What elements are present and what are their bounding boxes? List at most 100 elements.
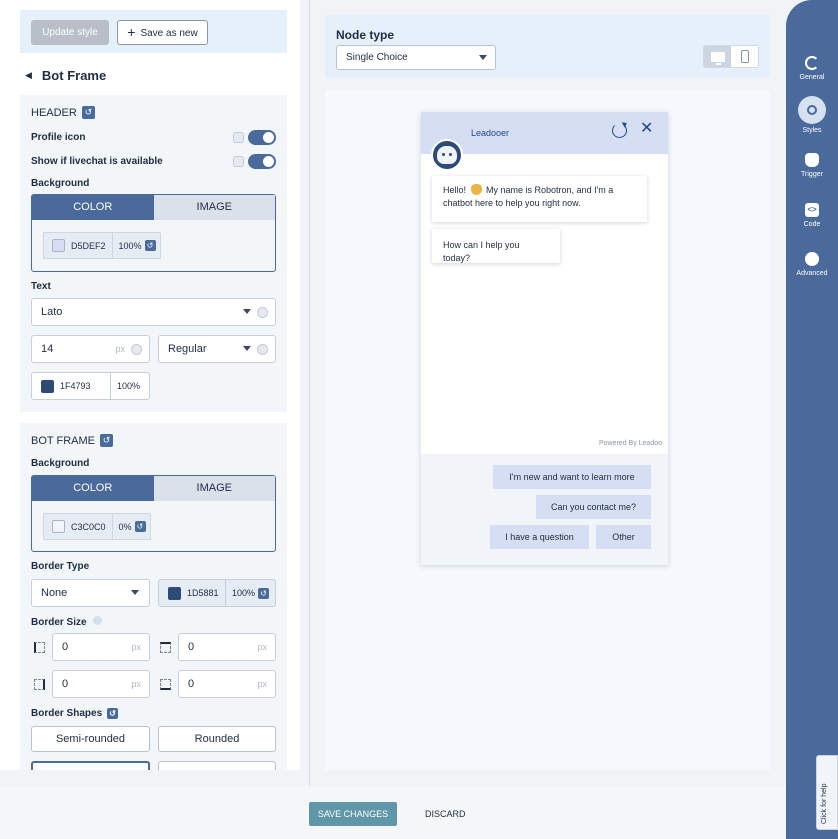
update-style-button[interactable]: Update style bbox=[31, 20, 109, 45]
font-family-select[interactable]: Lato bbox=[31, 298, 276, 326]
chevron-down-icon bbox=[479, 55, 487, 60]
border-size-text: Border Size bbox=[31, 617, 87, 628]
border-color-hex[interactable]: 1D5881 bbox=[187, 588, 219, 598]
border-right-icon bbox=[34, 679, 45, 690]
color-swatch[interactable] bbox=[41, 379, 54, 393]
advanced-icon bbox=[805, 252, 819, 266]
tab-image[interactable]: IMAGE bbox=[153, 476, 275, 501]
choice-button[interactable]: Other bbox=[596, 525, 651, 549]
style-editor-panel: Update style + Save as new ◀ Bot Frame HE… bbox=[0, 0, 300, 770]
reset-icon[interactable]: ↺ bbox=[134, 521, 146, 532]
border-color-picker[interactable]: 1D5881 100% ↺ bbox=[158, 579, 276, 607]
desktop-icon bbox=[710, 51, 725, 65]
border-right-input[interactable]: 0 px bbox=[52, 670, 150, 698]
text-color-hex[interactable]: 1F4793 bbox=[60, 381, 91, 391]
reset-icon[interactable]: ↺ bbox=[107, 708, 119, 719]
shape-semi-rounded-button[interactable]: Semi-rounded bbox=[31, 726, 150, 752]
mobile-icon bbox=[740, 50, 749, 63]
shape-custom-button[interactable] bbox=[158, 761, 276, 770]
text-color-opacity[interactable]: 100% bbox=[117, 381, 140, 391]
color-swatch[interactable] bbox=[52, 239, 65, 252]
close-icon[interactable]: ✕ bbox=[640, 121, 653, 137]
text-color-picker[interactable]: 1F4793 100% bbox=[31, 372, 150, 400]
style-toolbar: Update style + Save as new bbox=[20, 10, 287, 53]
save-as-new-label: Save as new bbox=[140, 28, 198, 39]
shape-rounded-button[interactable]: Rounded bbox=[158, 726, 276, 752]
nav-code[interactable]: <> Code bbox=[786, 203, 838, 228]
botframe-section: BOT FRAME ↺ Background COLOR IMAGE C3C0C… bbox=[20, 423, 287, 770]
hand-pointer-icon bbox=[805, 153, 819, 167]
panel-title: Bot Frame bbox=[41, 67, 107, 83]
tab-color[interactable]: COLOR bbox=[32, 195, 154, 220]
livechat-toggle[interactable] bbox=[248, 153, 276, 169]
border-top-value: 0 bbox=[188, 641, 195, 653]
reset-icon[interactable]: ↺ bbox=[258, 587, 270, 599]
border-top-input[interactable]: 0 px bbox=[178, 633, 276, 661]
tab-image[interactable]: IMAGE bbox=[153, 195, 275, 220]
color-swatch[interactable] bbox=[52, 520, 65, 533]
font-weight-select[interactable]: Regular bbox=[158, 335, 276, 363]
header-background-box: COLOR IMAGE D5DEF2 100% ↺ bbox=[31, 194, 276, 272]
livechat-row: Show if livechat is available bbox=[31, 153, 276, 169]
node-type-select[interactable]: Single Choice bbox=[336, 45, 496, 70]
info-icon bbox=[131, 344, 142, 355]
panel-divider bbox=[309, 0, 310, 786]
nav-trigger[interactable]: Trigger bbox=[786, 153, 838, 178]
text-label: Text bbox=[31, 281, 51, 292]
save-changes-button[interactable]: SAVE CHANGES bbox=[309, 802, 397, 826]
reset-icon[interactable]: ↺ bbox=[81, 106, 95, 119]
code-icon: <> bbox=[805, 203, 819, 217]
border-bottom-input[interactable]: 0 px bbox=[178, 670, 276, 698]
right-nav-rail: General Styles Trigger <> Code Advanced bbox=[786, 0, 838, 839]
nav-trigger-label: Trigger bbox=[801, 171, 823, 178]
border-left-icon bbox=[34, 642, 45, 653]
nav-advanced[interactable]: Advanced bbox=[786, 252, 838, 277]
botframe-bg-color-picker[interactable]: C3C0C0 0% ↺ bbox=[43, 513, 151, 540]
botframe-bg-hex[interactable]: C3C0C0 bbox=[71, 522, 106, 532]
shape-square-button[interactable] bbox=[31, 761, 150, 770]
botframe-bg-opacity[interactable]: 0% bbox=[119, 522, 132, 532]
border-left-input[interactable]: 0 px bbox=[52, 633, 150, 661]
desktop-view-button[interactable] bbox=[704, 46, 731, 67]
border-type-select[interactable]: None bbox=[31, 579, 150, 607]
nav-general[interactable]: General bbox=[786, 56, 838, 81]
mobile-view-button[interactable] bbox=[731, 46, 758, 67]
choice-button[interactable]: Can you contact me? bbox=[536, 495, 651, 519]
plus-icon: + bbox=[127, 24, 136, 40]
nav-general-label: General bbox=[799, 74, 825, 81]
choice-button[interactable]: I have a question bbox=[490, 525, 589, 549]
reset-icon[interactable]: ↺ bbox=[99, 434, 113, 447]
header-bg-opacity[interactable]: 100% bbox=[119, 241, 142, 251]
livechat-label: Show if livechat is available bbox=[31, 155, 163, 167]
help-tab[interactable]: Click for help bbox=[816, 755, 838, 830]
help-tab-label: Click for help bbox=[821, 783, 828, 824]
font-weight-value: Regular bbox=[168, 343, 207, 355]
chevron-down-icon bbox=[243, 346, 251, 351]
general-icon bbox=[805, 56, 819, 70]
header-bg-hex[interactable]: D5DEF2 bbox=[71, 241, 106, 251]
font-size-input[interactable]: 14 px bbox=[31, 335, 150, 363]
profile-icon-toggle[interactable] bbox=[248, 129, 276, 145]
nav-styles[interactable]: Styles bbox=[786, 96, 838, 134]
choice-button[interactable]: I'm new and want to learn more bbox=[493, 465, 651, 489]
refresh-icon[interactable] bbox=[612, 123, 627, 138]
chevron-down-icon bbox=[131, 590, 139, 595]
tab-color[interactable]: COLOR bbox=[32, 476, 154, 501]
botframe-title-text: BOT FRAME bbox=[31, 434, 95, 447]
back-to-styles[interactable]: ◀ Bot Frame bbox=[25, 66, 106, 84]
font-size-value: 14 bbox=[41, 343, 54, 355]
color-swatch[interactable] bbox=[168, 586, 181, 600]
header-background-label: Background bbox=[31, 178, 90, 189]
save-as-new-button[interactable]: + Save as new bbox=[117, 20, 208, 45]
discard-button[interactable]: DISCARD bbox=[425, 802, 466, 826]
border-bottom-value: 0 bbox=[188, 678, 195, 690]
border-color-opacity[interactable]: 100% bbox=[232, 588, 255, 598]
node-type-value: Single Choice bbox=[346, 52, 408, 63]
unit-label: px bbox=[115, 344, 125, 354]
header-bg-color-picker[interactable]: D5DEF2 100% ↺ bbox=[43, 232, 161, 259]
reset-icon[interactable]: ↺ bbox=[144, 240, 156, 251]
node-type-label: Node type bbox=[336, 28, 395, 42]
font-family-value: Lato bbox=[41, 306, 63, 318]
border-type-label: Border Type bbox=[31, 561, 90, 572]
header-section-title: HEADER ↺ bbox=[31, 106, 95, 119]
